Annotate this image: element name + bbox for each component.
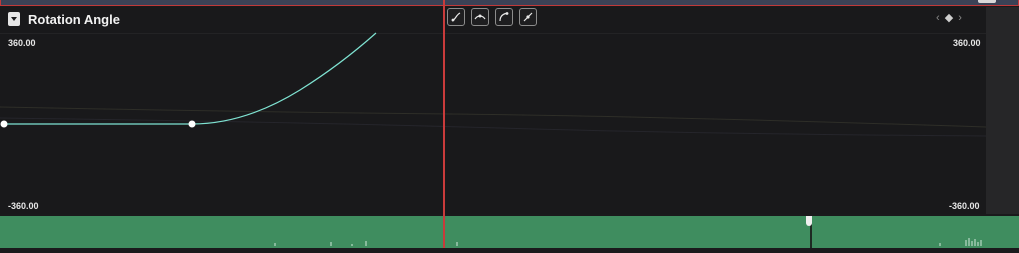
curve-graph[interactable] — [0, 0, 1019, 248]
keyframe-point — [188, 120, 196, 128]
playhead[interactable] — [443, 0, 445, 248]
audio-track[interactable] — [0, 216, 1019, 248]
ghost-curve-2 — [0, 117, 987, 137]
keyframe-point — [0, 120, 8, 128]
audio-waveform — [274, 238, 982, 246]
clip-edge-handle[interactable] — [806, 216, 812, 226]
